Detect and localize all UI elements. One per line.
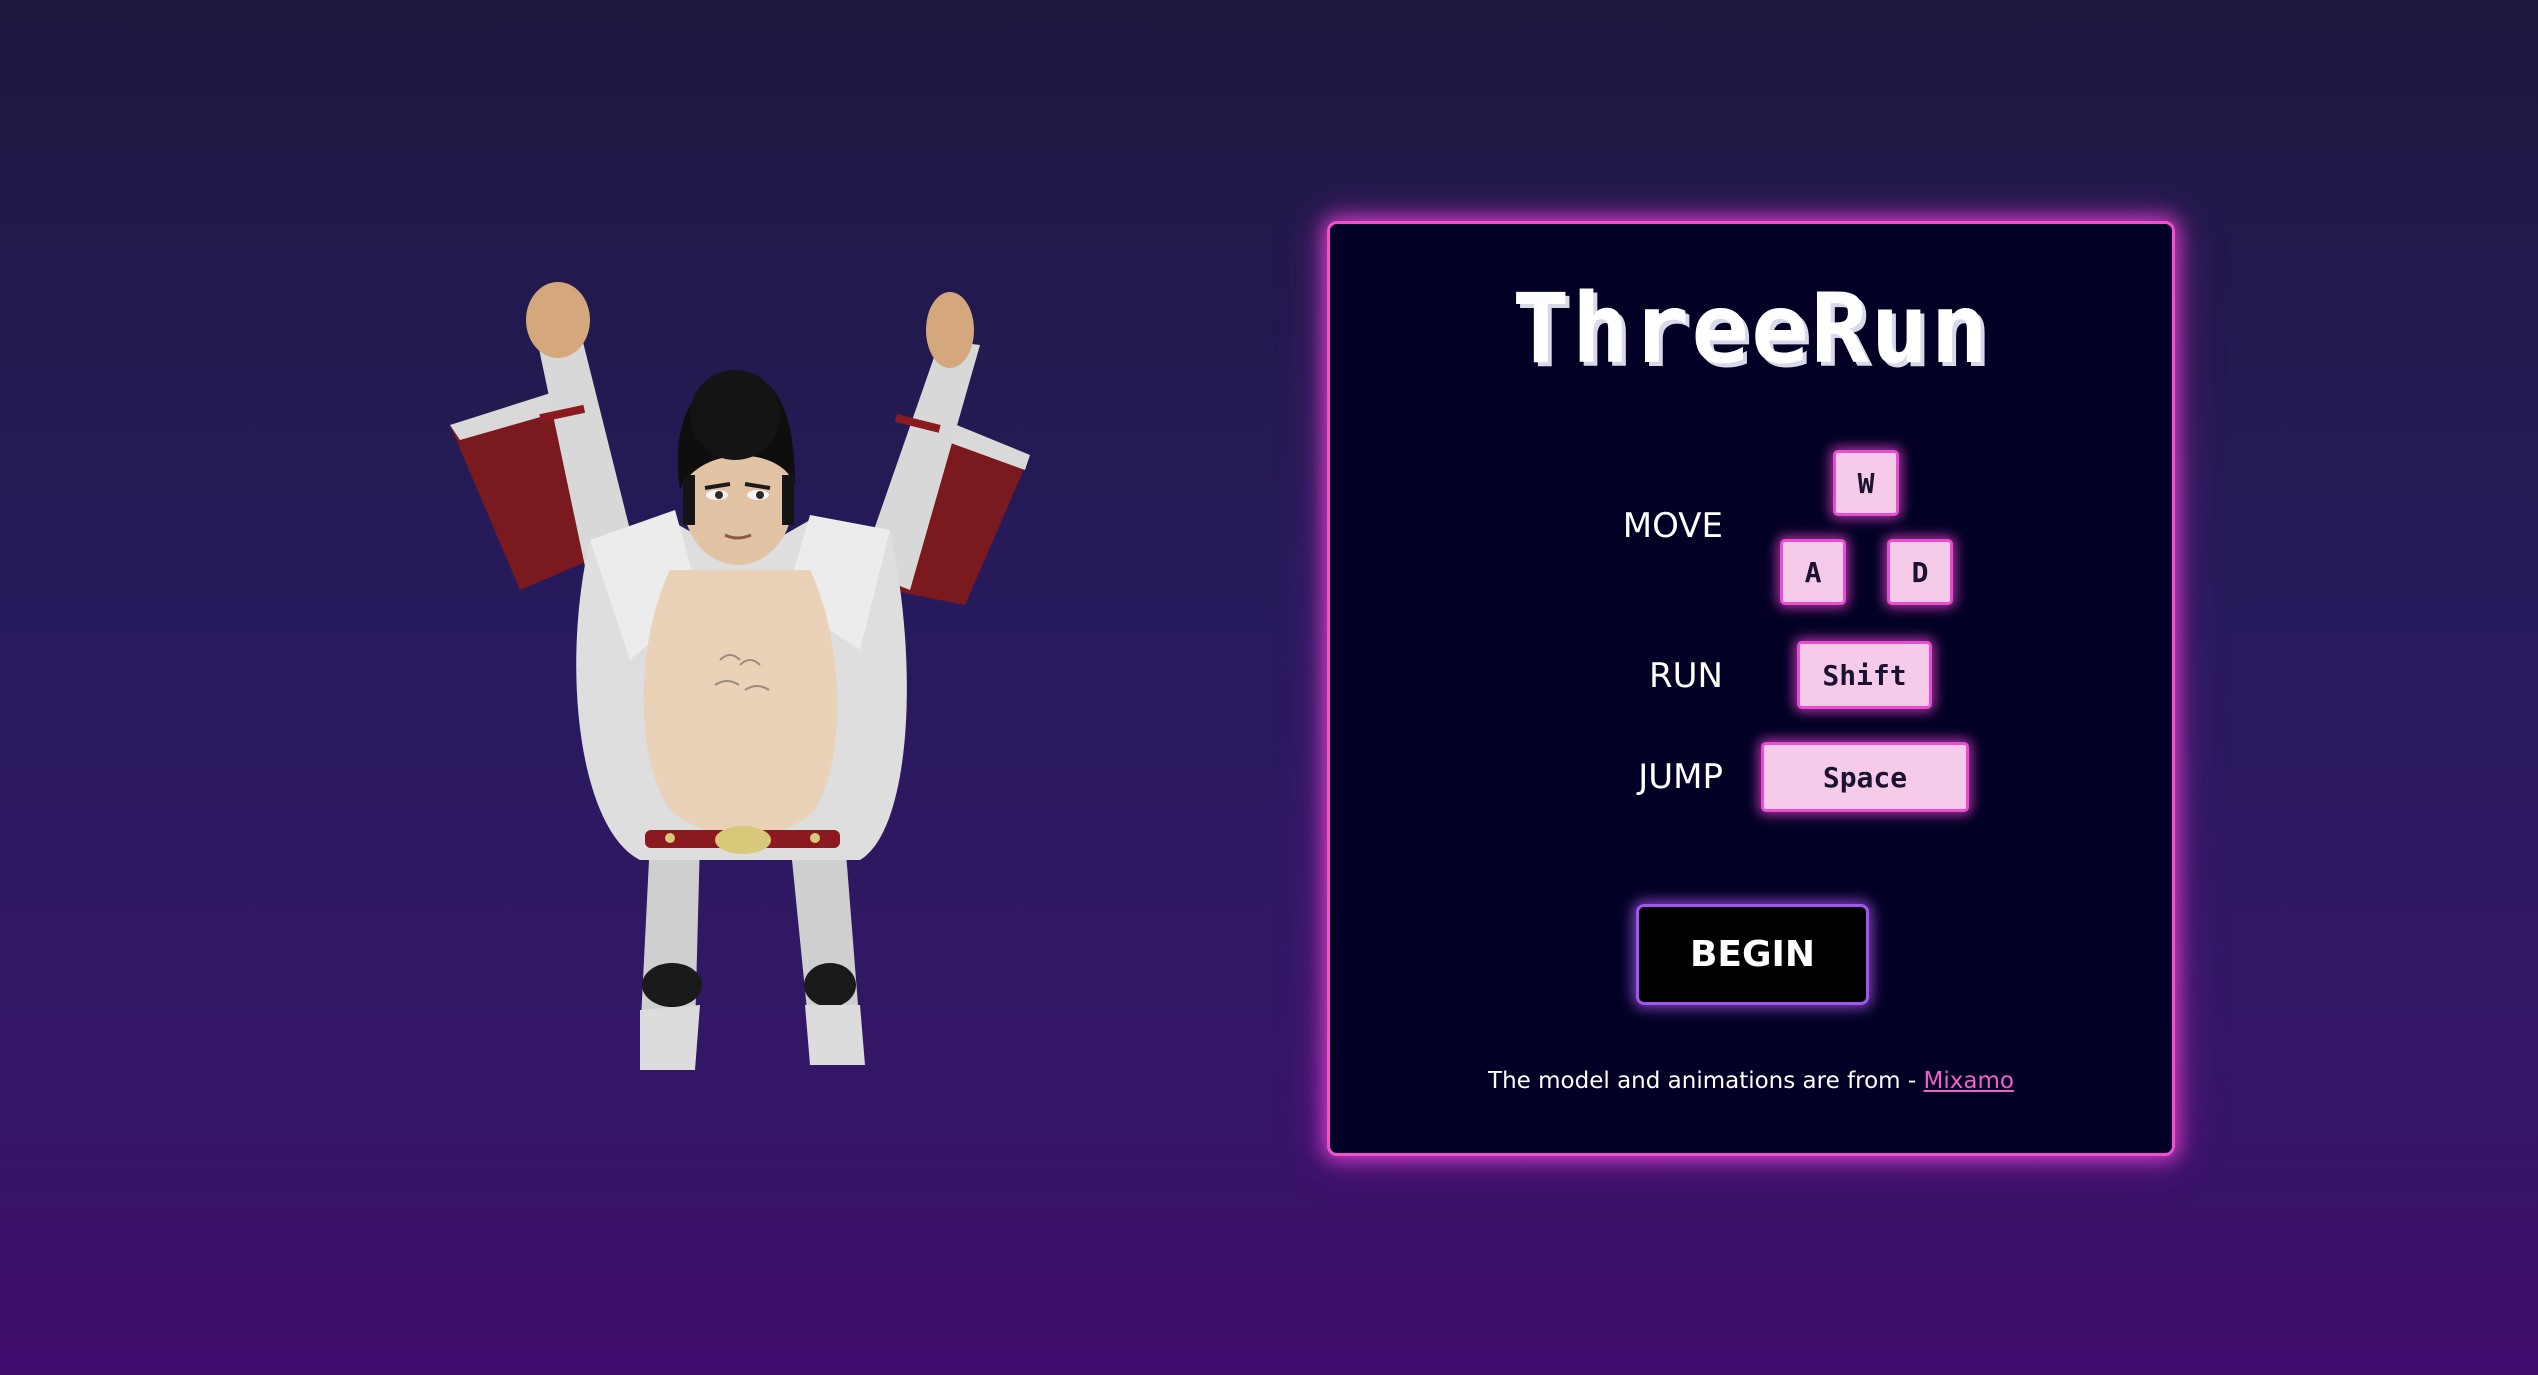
run-label: RUN [1649,656,1723,696]
move-label: MOVE [1622,506,1723,546]
credit-line: The model and animations are from - Mixa… [1330,1068,2172,1094]
key-space: Space [1761,742,1969,812]
jump-label: JUMP [1638,757,1723,797]
key-shift: Shift [1797,641,1932,709]
game-title: ThreeRun [1511,273,1991,385]
key-d: D [1887,539,1953,605]
key-a: A [1780,539,1846,605]
character-model [450,282,1030,1070]
key-w: W [1833,450,1899,516]
credit-text: The model and animations are from - [1488,1068,1924,1094]
begin-button[interactable]: BEGIN [1636,904,1869,1005]
mixamo-link[interactable]: Mixamo [1924,1068,2014,1094]
start-panel: ThreeRun MOVE W A D RUN Shift JUMP Space… [1327,221,2175,1156]
